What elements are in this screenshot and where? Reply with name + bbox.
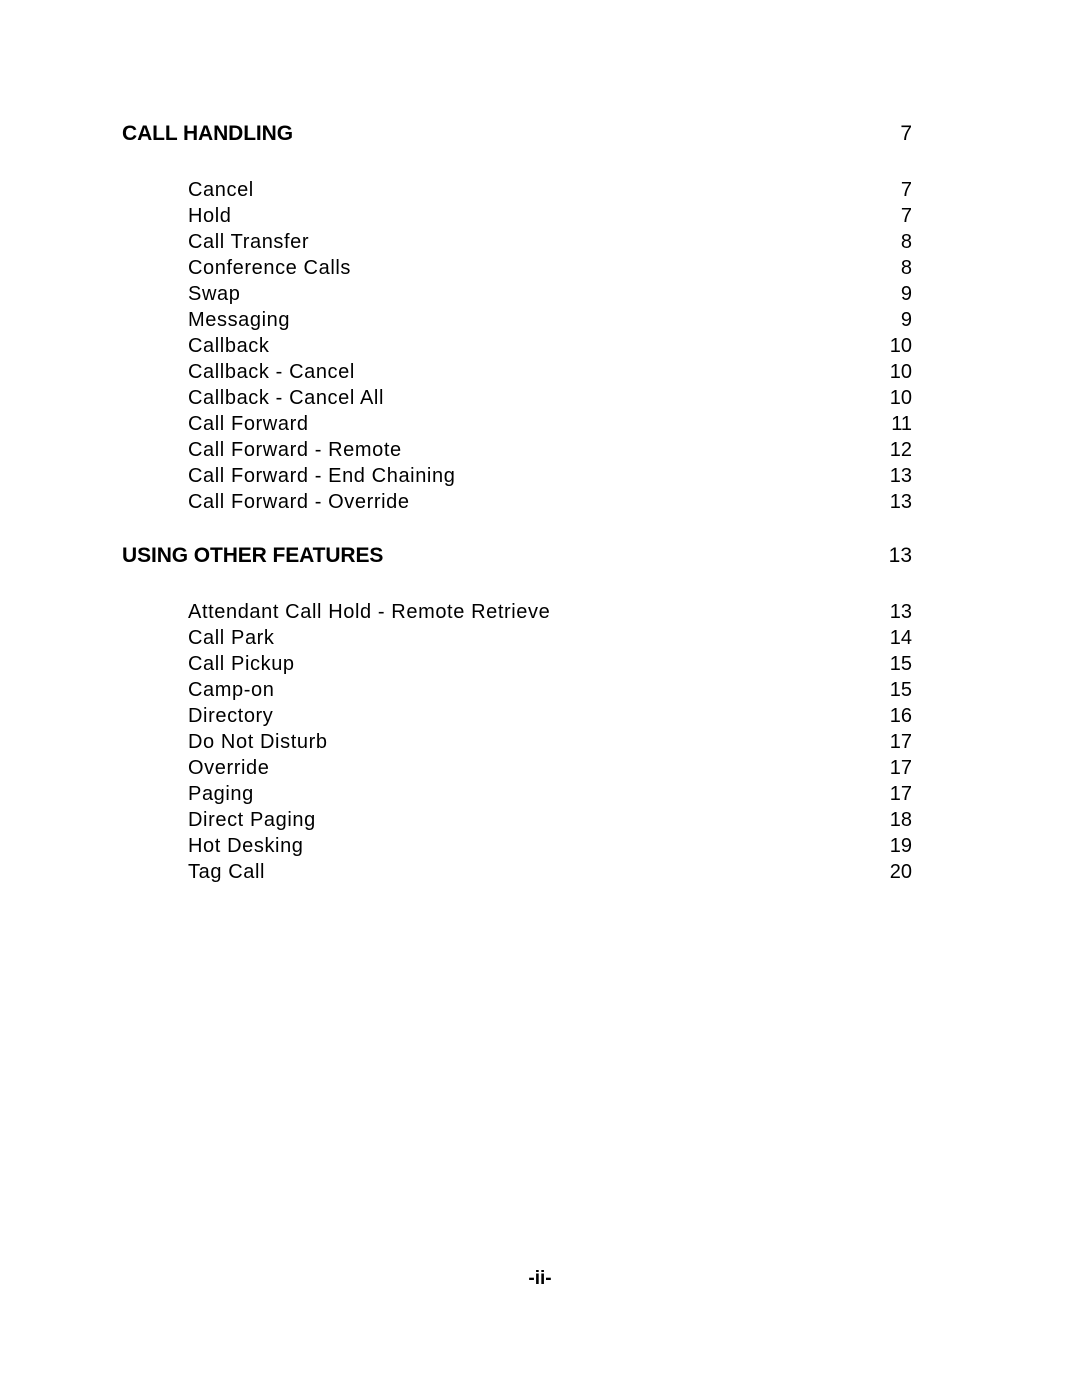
toc-entry-page-number: 13 <box>889 601 912 623</box>
toc-entry-page-number: 19 <box>889 835 912 857</box>
toc-entry-label: Callback <box>188 335 270 357</box>
toc-entry[interactable]: Tag Call 20 <box>188 861 912 887</box>
toc-entry-label: Do Not Disturb <box>188 731 328 753</box>
toc-entry-label: Callback - Cancel <box>188 361 355 383</box>
toc-entry-page-number: 15 <box>889 679 912 701</box>
toc-entry[interactable]: Call Park 14 <box>188 627 912 653</box>
table-of-contents: CALL HANDLING 7 Cancel 7 Hold 7 Call Tra… <box>122 122 912 887</box>
toc-entry-page-number: 18 <box>889 809 912 831</box>
toc-section-heading-row: USING OTHER FEATURES 13 <box>122 544 912 572</box>
toc-entry[interactable]: Camp-on 15 <box>188 679 912 705</box>
toc-entry-label: Hot Desking <box>188 835 304 857</box>
toc-entry[interactable]: Call Forward - Override 13 <box>188 491 912 517</box>
toc-entry-list: Attendant Call Hold - Remote Retrieve 13… <box>188 601 912 887</box>
toc-section-page-number: 7 <box>900 122 912 145</box>
toc-entry-page-number: 20 <box>889 861 912 883</box>
toc-entry-page-number: 8 <box>900 231 912 253</box>
toc-entry-label: Override <box>188 757 270 779</box>
document-page: CALL HANDLING 7 Cancel 7 Hold 7 Call Tra… <box>0 0 1080 1397</box>
toc-entry[interactable]: Do Not Disturb 17 <box>188 731 912 757</box>
toc-entry[interactable]: Directory 16 <box>188 705 912 731</box>
toc-entry[interactable]: Conference Calls 8 <box>188 257 912 283</box>
toc-entry[interactable]: Cancel 7 <box>188 179 912 205</box>
toc-section-heading: CALL HANDLING <box>122 122 293 145</box>
toc-entry-label: Messaging <box>188 309 291 331</box>
toc-section: USING OTHER FEATURES 13 Attendant Call H… <box>122 544 912 887</box>
toc-entry-label: Call Transfer <box>188 231 310 253</box>
toc-entry-label: Call Forward - Override <box>188 491 410 513</box>
page-footer: -ii- <box>0 1268 1080 1290</box>
toc-entry[interactable]: Direct Paging 18 <box>188 809 912 835</box>
toc-entry-label: Call Forward <box>188 413 309 435</box>
toc-entry-page-number: 17 <box>889 731 912 753</box>
toc-entry-page-number: 8 <box>900 257 912 279</box>
toc-entry[interactable]: Call Forward 11 <box>188 413 912 439</box>
toc-entry-label: Camp-on <box>188 679 275 701</box>
toc-entry-page-number: 10 <box>889 387 912 409</box>
toc-entry[interactable]: Callback 10 <box>188 335 912 361</box>
toc-entry-page-number: 13 <box>889 491 912 513</box>
toc-entry-label: Attendant Call Hold - Remote Retrieve <box>188 601 551 623</box>
page-number-marker: -ii- <box>528 1268 552 1289</box>
toc-entry[interactable]: Call Forward - End Chaining 13 <box>188 465 912 491</box>
toc-entry[interactable]: Callback - Cancel All 10 <box>188 387 912 413</box>
toc-entry-label: Call Forward - Remote <box>188 439 402 461</box>
toc-entry[interactable]: Messaging 9 <box>188 309 912 335</box>
toc-entry-label: Direct Paging <box>188 809 316 831</box>
toc-section: CALL HANDLING 7 Cancel 7 Hold 7 Call Tra… <box>122 122 912 517</box>
toc-entry[interactable]: Paging 17 <box>188 783 912 809</box>
toc-entry-label: Conference Calls <box>188 257 352 279</box>
toc-entry[interactable]: Hot Desking 19 <box>188 835 912 861</box>
toc-entry-label: Swap <box>188 283 241 305</box>
toc-entry-page-number: 14 <box>889 627 912 649</box>
toc-section-heading-row: CALL HANDLING 7 <box>122 122 912 150</box>
toc-entry[interactable]: Call Forward - Remote 12 <box>188 439 912 465</box>
toc-entry-page-number: 15 <box>889 653 912 675</box>
toc-entry-label: Callback - Cancel All <box>188 387 385 409</box>
toc-entry-label: Call Pickup <box>188 653 295 675</box>
toc-entry-page-number: 7 <box>900 179 912 201</box>
toc-section-heading: USING OTHER FEATURES <box>122 544 384 567</box>
toc-entry-page-number: 12 <box>889 439 912 461</box>
toc-entry-page-number: 9 <box>900 309 912 331</box>
toc-entry-label: Hold <box>188 205 232 227</box>
toc-entry[interactable]: Override 17 <box>188 757 912 783</box>
toc-entry-label: Directory <box>188 705 274 727</box>
toc-entry-page-number: 17 <box>889 757 912 779</box>
toc-entry-page-number: 17 <box>889 783 912 805</box>
toc-entry[interactable]: Call Transfer 8 <box>188 231 912 257</box>
toc-entry-list: Cancel 7 Hold 7 Call Transfer 8 Conferen… <box>188 179 912 517</box>
toc-entry-label: Call Park <box>188 627 275 649</box>
toc-entry-label: Cancel <box>188 179 254 201</box>
toc-entry-label: Paging <box>188 783 254 805</box>
toc-entry-page-number: 9 <box>900 283 912 305</box>
toc-section-page-number: 13 <box>888 544 912 567</box>
toc-entry-label: Call Forward - End Chaining <box>188 465 456 487</box>
toc-entry[interactable]: Callback - Cancel 10 <box>188 361 912 387</box>
toc-entry[interactable]: Call Pickup 15 <box>188 653 912 679</box>
toc-entry-page-number: 10 <box>889 335 912 357</box>
toc-entry[interactable]: Hold 7 <box>188 205 912 231</box>
toc-entry-page-number: 13 <box>889 465 912 487</box>
toc-entry-page-number: 11 <box>891 413 912 435</box>
toc-entry-page-number: 10 <box>889 361 912 383</box>
toc-entry-page-number: 16 <box>889 705 912 727</box>
toc-entry-page-number: 7 <box>900 205 912 227</box>
toc-entry[interactable]: Swap 9 <box>188 283 912 309</box>
toc-entry[interactable]: Attendant Call Hold - Remote Retrieve 13 <box>188 601 912 627</box>
toc-entry-label: Tag Call <box>188 861 266 883</box>
